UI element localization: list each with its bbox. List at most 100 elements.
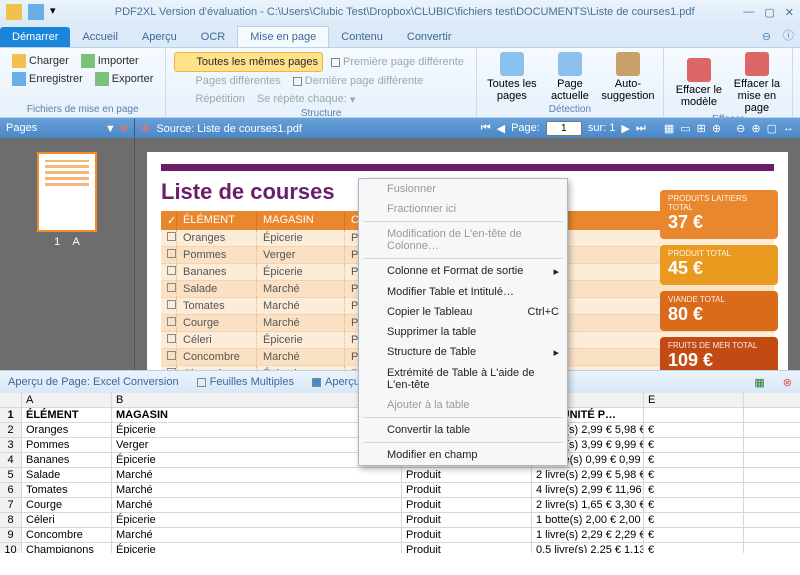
derniere-diff-checkbox[interactable]: Dernière page différente (289, 72, 427, 90)
row-header[interactable]: 4 (0, 453, 22, 467)
close-doc-icon[interactable]: ⊗ (141, 123, 150, 135)
checkbox-icon[interactable] (167, 249, 176, 258)
page-input[interactable] (546, 121, 582, 136)
info-icon[interactable]: ⓘ (777, 23, 800, 47)
effacer-mise-button[interactable]: Effacer la mise en page (730, 52, 784, 114)
cell[interactable]: Produit (402, 543, 532, 553)
ctx-copier[interactable]: Copier le TableauCtrl+C (359, 302, 567, 322)
cell[interactable]: Produit (402, 528, 532, 542)
cell[interactable]: Bananes (22, 453, 112, 467)
row-header[interactable]: 1 (0, 408, 22, 422)
premiere-diff-checkbox[interactable]: Première page différente (327, 52, 468, 72)
cell[interactable]: Épicerie (112, 543, 402, 553)
cell[interactable]: € (644, 528, 744, 542)
close-button[interactable]: ✕ (785, 6, 794, 19)
tab-ocr[interactable]: OCR (189, 27, 237, 47)
importer-button[interactable]: Importer (77, 52, 143, 70)
fit-icon[interactable]: ▢ (767, 122, 777, 135)
cell[interactable]: € (644, 423, 744, 437)
cell[interactable]: Marché (112, 468, 402, 482)
page-actuelle-button[interactable]: Page actuelle (543, 52, 597, 102)
ctx-fractionner[interactable]: Fractionner ici (359, 199, 567, 219)
cell[interactable]: Produit (402, 483, 532, 497)
cell[interactable]: € (644, 483, 744, 497)
enregistrer-button[interactable]: Enregistrer (8, 70, 87, 88)
cell[interactable]: 4 livre(s) 2,99 € 11,96 € (532, 483, 644, 497)
cell[interactable] (644, 408, 744, 422)
cell[interactable]: 1 livre(s) 2,29 € 2,29 € (532, 528, 644, 542)
cell[interactable]: Pommes (22, 438, 112, 452)
minimize-button[interactable]: — (743, 6, 754, 19)
corner-cell[interactable] (0, 393, 22, 407)
cell[interactable]: Oranges (22, 423, 112, 437)
ctx-convertir[interactable]: Convertir la table (359, 420, 567, 440)
cell[interactable]: € (644, 438, 744, 452)
exporter-button[interactable]: Exporter (91, 70, 158, 88)
fit-width-icon[interactable]: ↔ (783, 122, 794, 134)
checkbox-icon[interactable] (167, 351, 176, 360)
cell[interactable]: Concombre (22, 528, 112, 542)
maximize-button[interactable]: ▢ (764, 6, 774, 19)
first-page-icon[interactable]: ⏮ (481, 122, 491, 135)
ctx-supprimer[interactable]: Supprimer la table (359, 322, 567, 342)
cell[interactable]: Produit (402, 513, 532, 527)
next-page-icon[interactable]: ▶ (621, 122, 629, 135)
excel-icon[interactable]: ▦ (754, 376, 764, 389)
ctx-structure[interactable]: Structure de Table▸ (359, 342, 567, 363)
row-header[interactable]: 8 (0, 513, 22, 527)
filter-icon[interactable]: ▼ (105, 123, 116, 135)
cell[interactable]: 2 livre(s) 1,65 € 3,30 € (532, 498, 644, 512)
checkbox-icon[interactable] (167, 283, 176, 292)
open-icon[interactable] (6, 4, 22, 20)
cell[interactable]: Produit (402, 468, 532, 482)
cell[interactable]: € (644, 468, 744, 482)
col-header-a[interactable]: A (22, 393, 112, 407)
ctx-fusionner[interactable]: Fusionner (359, 179, 567, 199)
row-header[interactable]: 6 (0, 483, 22, 497)
toutes-memes-pages-button[interactable]: Toutes les mêmes pages (174, 52, 323, 72)
cell[interactable]: 1 botte(s) 2,00 € 2,00 € (532, 513, 644, 527)
ctx-mod-entete[interactable]: Modification de L'en-tête de Colonne… (359, 224, 567, 256)
close-pane-icon[interactable]: ⊗ (119, 123, 128, 135)
cell[interactable]: Marché (112, 528, 402, 542)
tool-icon[interactable]: ⊞ (697, 122, 706, 135)
tab-convertir[interactable]: Convertir (395, 27, 464, 47)
charger-button[interactable]: Charger (8, 52, 73, 70)
ctx-modifier-champ[interactable]: Modifier en champ (359, 445, 567, 465)
cell[interactable]: Champignons (22, 543, 112, 553)
col-header-e[interactable]: E (644, 393, 744, 407)
prev-page-icon[interactable]: ◀ (497, 122, 505, 135)
tool-icon[interactable]: ⊕ (712, 122, 721, 135)
cell[interactable]: Tomates (22, 483, 112, 497)
ctx-colonne-format[interactable]: Colonne et Format de sortie▸ (359, 261, 567, 282)
auto-suggestion-button[interactable]: Auto-suggestion (601, 52, 655, 102)
checkbox-icon[interactable] (167, 317, 176, 326)
tab-apercu[interactable]: Aperçu (130, 27, 189, 47)
row-header[interactable]: 3 (0, 438, 22, 452)
checkbox-icon[interactable] (167, 334, 176, 343)
cell[interactable]: Produit (402, 498, 532, 512)
effacer-modele-button[interactable]: Effacer le modèle (672, 52, 726, 114)
dropdown-icon[interactable]: ▾ (50, 4, 66, 20)
checkbox-icon[interactable] (167, 300, 176, 309)
tab-accueil[interactable]: Accueil (70, 27, 129, 47)
cell[interactable]: Céleri (22, 513, 112, 527)
ctx-ajouter[interactable]: Ajouter à la table (359, 395, 567, 415)
pages-diff-button[interactable]: Pages différentes (174, 72, 284, 90)
tool-icon[interactable]: ▭ (680, 122, 690, 135)
checkbox-icon[interactable] (167, 232, 176, 241)
row-header[interactable]: 5 (0, 468, 22, 482)
ctx-modifier-table[interactable]: Modifier Table et Intitulé… (359, 282, 567, 302)
toutes-pages-button[interactable]: Toutes les pages (485, 52, 539, 102)
help-icon[interactable]: ⊖ (756, 26, 777, 47)
ctx-extremite[interactable]: Extrémité de Table à L'aide de L'en-tête (359, 363, 567, 395)
row-header[interactable]: 2 (0, 423, 22, 437)
cell[interactable]: € (644, 498, 744, 512)
cell[interactable]: 2 livre(s) 2,99 € 5,98 € (532, 468, 644, 482)
page-thumbnail[interactable]: 1 A (37, 152, 97, 248)
cell[interactable]: Salade (22, 468, 112, 482)
tab-mise-en-page[interactable]: Mise en page (237, 26, 329, 47)
checkbox-icon[interactable] (167, 266, 176, 275)
feuilles-checkbox[interactable]: Feuilles Multiples (197, 376, 294, 388)
row-header[interactable]: 7 (0, 498, 22, 512)
